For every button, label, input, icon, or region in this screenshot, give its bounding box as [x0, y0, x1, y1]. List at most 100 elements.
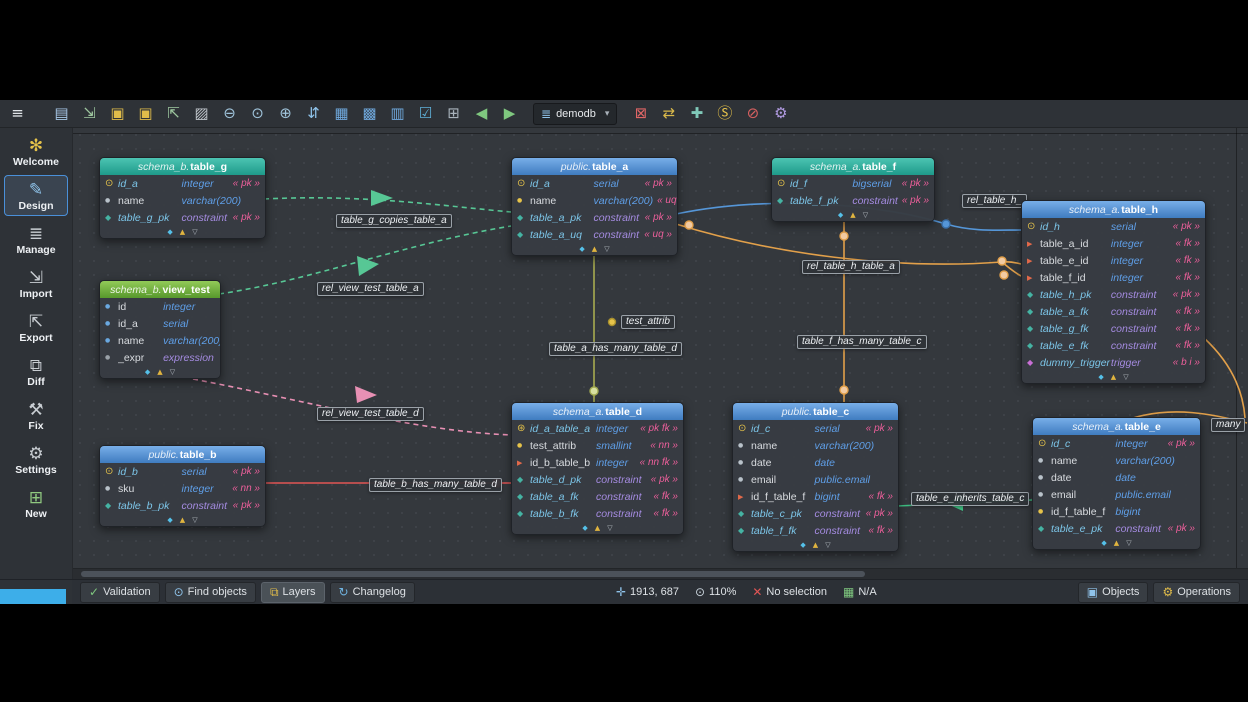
- model-canvas[interactable]: schema_b.table_g⊙id_ainteger« pk »●namev…: [73, 128, 1248, 579]
- statusbar-tab-layers[interactable]: ⧉Layers: [261, 582, 325, 603]
- scrollbar-handle[interactable]: [81, 571, 865, 577]
- relationship-rel_table_h_table_a[interactable]: [676, 224, 1021, 264]
- table-row[interactable]: ◆table_g_pkconstraint« pk »: [100, 209, 265, 226]
- undo-icon[interactable]: ◀: [469, 103, 494, 125]
- table-header[interactable]: public.table_b: [100, 446, 265, 463]
- objects-button[interactable]: ▣Objects: [1078, 582, 1149, 603]
- table-row[interactable]: ●namevarchar(200): [100, 332, 220, 349]
- zoom-reset-icon[interactable]: ⊙: [245, 103, 270, 125]
- validate-model-icon[interactable]: ⇄: [656, 103, 681, 125]
- plugins-icon[interactable]: ⚙: [768, 103, 793, 125]
- sidebar-item-design[interactable]: ✎Design: [4, 175, 68, 216]
- table-row[interactable]: ●idinteger: [100, 298, 220, 315]
- table-row[interactable]: ◆table_f_fkconstraint« fk »: [733, 522, 898, 539]
- table-row[interactable]: ⊙id_cinteger« pk »: [1033, 435, 1200, 452]
- table-table_c[interactable]: public.table_c⊙id_cserial« pk »●namevarc…: [732, 402, 899, 552]
- table-row[interactable]: ◆dummy_triggertrigger« b i »: [1022, 354, 1205, 371]
- sidebar-item-new[interactable]: ⊞New: [4, 483, 68, 524]
- new-model-icon[interactable]: ▤: [49, 103, 74, 125]
- zoom-in-icon[interactable]: ⊕: [273, 103, 298, 125]
- table-row[interactable]: ⊙id_fbigserial« pk »: [772, 175, 934, 192]
- table-table_a[interactable]: public.table_a⊙id_aserial« pk »●namevarc…: [511, 157, 678, 256]
- relationship-label[interactable]: table_b_has_many_table_d: [369, 478, 502, 492]
- operations-button[interactable]: ⚙Operations: [1153, 582, 1240, 603]
- table-row[interactable]: ●namevarchar(200): [733, 437, 898, 454]
- table-header[interactable]: schema_a.table_e: [1033, 418, 1200, 435]
- export-model-icon[interactable]: ⇱: [161, 103, 186, 125]
- table-row[interactable]: ▶id_f_table_fbigint« fk »: [733, 488, 898, 505]
- relationship-label[interactable]: table_a_has_many_table_d: [549, 342, 682, 356]
- table-header[interactable]: schema_a.table_f: [772, 158, 934, 175]
- table-row[interactable]: ●emailpublic.email: [733, 471, 898, 488]
- table-row[interactable]: ●namevarchar(200): [1033, 452, 1200, 469]
- table-row[interactable]: ●id_f_table_fbigint: [1033, 503, 1200, 520]
- table-header[interactable]: schema_b.view_test: [100, 281, 220, 298]
- table-row[interactable]: ▶id_b_table_binteger« nn fk »: [512, 454, 683, 471]
- table-row[interactable]: ◆table_b_fkconstraint« fk »: [512, 505, 683, 522]
- relationship-label[interactable]: table_e_inherits_table_c: [911, 492, 1029, 506]
- sidebar-item-export[interactable]: ⇱Export: [4, 307, 68, 348]
- relationship-label[interactable]: rel_view_test_table_a: [317, 282, 424, 296]
- sidebar-item-manage[interactable]: ≣Manage: [4, 219, 68, 260]
- page-delimiters-icon[interactable]: ▥: [385, 103, 410, 125]
- print-model-icon[interactable]: ▨: [189, 103, 214, 125]
- zoom-out-icon[interactable]: ⊖: [217, 103, 242, 125]
- table-row[interactable]: ◆table_c_pkconstraint« pk »: [733, 505, 898, 522]
- relationship-label[interactable]: rel_table_h_table_a: [802, 260, 900, 274]
- stop-icon[interactable]: ⊘: [740, 103, 765, 125]
- table-table_e[interactable]: schema_a.table_e⊙id_cinteger« pk »●namev…: [1032, 417, 1201, 550]
- table-table_b[interactable]: public.table_b⊙id_bserial« pk »●skuinteg…: [99, 445, 266, 527]
- table-row[interactable]: ●datedate: [733, 454, 898, 471]
- table-row[interactable]: ●skuinteger« nn »: [100, 480, 265, 497]
- save-as-model-icon[interactable]: ▣: [133, 103, 158, 125]
- relationship-label[interactable]: rel_view_test_table_d: [317, 407, 424, 421]
- table-row[interactable]: ●_exprexpression: [100, 349, 220, 366]
- table-row[interactable]: ◆table_e_fkconstraint« fk »: [1022, 337, 1205, 354]
- table-row[interactable]: ◆table_a_fkconstraint« fk »: [512, 488, 683, 505]
- table-row[interactable]: ⊙id_aserial« pk »: [512, 175, 677, 192]
- table-row[interactable]: ◆table_d_pkconstraint« pk »: [512, 471, 683, 488]
- table-row[interactable]: ●datedate: [1033, 469, 1200, 486]
- table-table_d[interactable]: schema_a.table_d⊛id_a_table_ainteger« pk…: [511, 402, 684, 535]
- table-header[interactable]: schema_b.table_g: [100, 158, 265, 175]
- table-row[interactable]: ⊙id_cserial« pk »: [733, 420, 898, 437]
- table-header[interactable]: public.table_a: [512, 158, 677, 175]
- table-row[interactable]: ◆table_f_pkconstraint« pk »: [772, 192, 934, 209]
- table-row[interactable]: ⊙id_bserial« pk »: [100, 463, 265, 480]
- table-row[interactable]: ◆table_b_pkconstraint« pk »: [100, 497, 265, 514]
- table-row[interactable]: ●emailpublic.email: [1033, 486, 1200, 503]
- table-row[interactable]: ◆table_a_pkconstraint« pk »: [512, 209, 677, 226]
- relationship-label[interactable]: table_g_copies_table_a: [336, 214, 452, 228]
- database-combo[interactable]: ≣ demodb ▾: [533, 103, 617, 125]
- fit-view-icon[interactable]: ⇵: [301, 103, 326, 125]
- table-row[interactable]: ▶table_f_idinteger« fk »: [1022, 269, 1205, 286]
- relationship-label[interactable]: many: [1211, 418, 1245, 432]
- table-row[interactable]: ◆table_e_pkconstraint« pk »: [1033, 520, 1200, 537]
- sidebar-item-welcome[interactable]: ✻Welcome: [4, 131, 68, 172]
- show-grid-icon[interactable]: ▦: [329, 103, 354, 125]
- relationship-label[interactable]: rel_table_h_: [962, 194, 1027, 208]
- snap-grid-icon[interactable]: ▩: [357, 103, 382, 125]
- statusbar-tab-validation[interactable]: ✓Validation: [80, 582, 160, 603]
- fix-model-icon[interactable]: ✚: [684, 103, 709, 125]
- save-model-icon[interactable]: ▣: [105, 103, 130, 125]
- table-row[interactable]: ●namevarchar(200)« uq »: [512, 192, 677, 209]
- relationship-many_edge_top[interactable]: [1204, 338, 1245, 418]
- table-view_test[interactable]: schema_b.view_test●idinteger●id_aserial●…: [99, 280, 221, 379]
- table-row[interactable]: ●test_attribsmallint« nn »: [512, 437, 683, 454]
- table-row[interactable]: ▶table_e_idinteger« fk »: [1022, 252, 1205, 269]
- relationship-label[interactable]: test_attrib: [621, 315, 675, 329]
- table-table_h[interactable]: schema_a.table_h⊙id_hserial« pk »▶table_…: [1021, 200, 1206, 384]
- object-tree-icon[interactable]: ⊞: [441, 103, 466, 125]
- table-row[interactable]: ●namevarchar(200): [100, 192, 265, 209]
- relationship-label[interactable]: table_f_has_many_table_c: [797, 335, 927, 349]
- close-model-icon[interactable]: ⊠: [628, 103, 653, 125]
- table-table_g[interactable]: schema_b.table_g⊙id_ainteger« pk »●namev…: [99, 157, 266, 239]
- table-row[interactable]: ▶table_a_idinteger« fk »: [1022, 235, 1205, 252]
- table-row[interactable]: ◆table_a_uqconstraint« uq »: [512, 226, 677, 243]
- table-row[interactable]: ◆table_a_fkconstraint« fk »: [1022, 303, 1205, 320]
- table-row[interactable]: ◆table_h_pkconstraint« pk »: [1022, 286, 1205, 303]
- table-table_f[interactable]: schema_a.table_f⊙id_fbigserial« pk »◆tab…: [771, 157, 935, 222]
- table-row[interactable]: ⊙id_hserial« pk »: [1022, 218, 1205, 235]
- table-header[interactable]: schema_a.table_d: [512, 403, 683, 420]
